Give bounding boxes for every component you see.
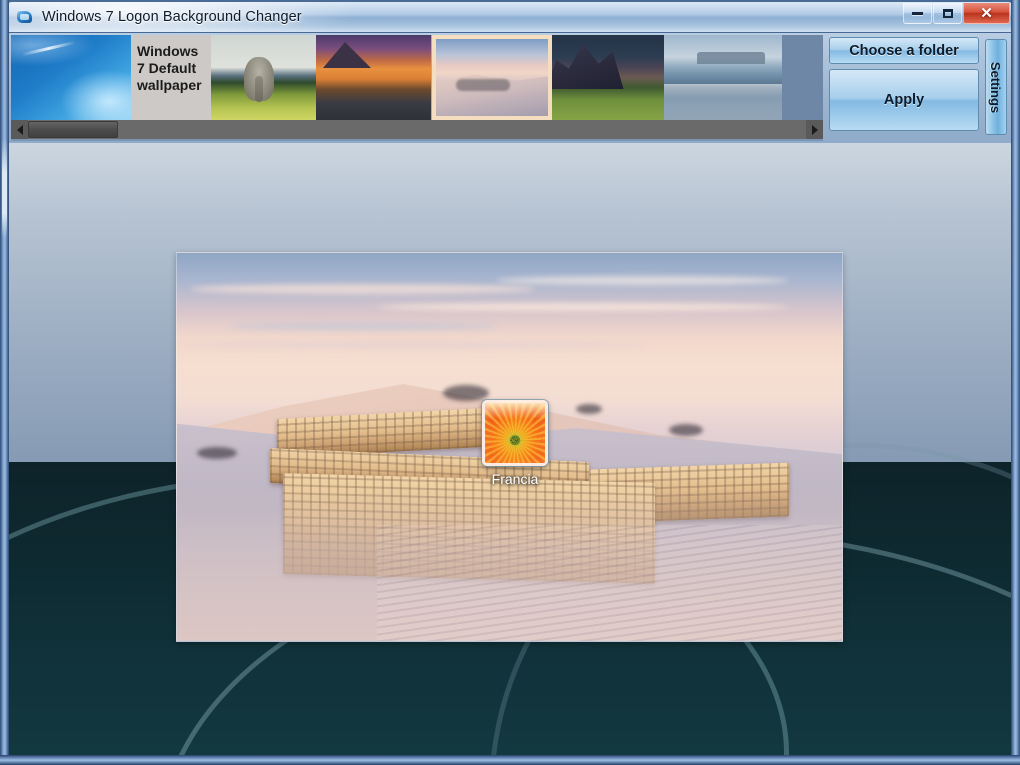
window-border-left	[0, 0, 9, 765]
settings-tab-label: Settings	[988, 61, 1004, 113]
apply-button[interactable]: Apply	[829, 69, 979, 131]
thumbnail-item-coast[interactable]	[664, 35, 782, 120]
user-name-label: Francia	[491, 471, 539, 487]
scrollbar-thumb[interactable]	[28, 121, 118, 138]
thumbnail-image	[316, 35, 432, 120]
minimize-icon	[912, 11, 923, 15]
maximize-icon	[942, 8, 953, 18]
window-title: Windows 7 Logon Background Changer	[42, 9, 302, 25]
thumbnail-item-desert[interactable]	[316, 35, 432, 120]
thumbnail-strip-container: Windows 7 Default wallpaper	[11, 35, 823, 141]
window-border-highlight	[2, 138, 7, 238]
thumbnail-item-dune-selected[interactable]	[432, 35, 552, 120]
close-button[interactable]: ✕	[963, 3, 1010, 24]
window-border-bottom	[0, 755, 1020, 765]
scroll-right-icon[interactable]	[806, 120, 823, 139]
toolbar: Windows 7 Default wallpaper Choose a fol…	[9, 33, 1011, 143]
thumbnail-image	[552, 35, 664, 120]
thumbnail-image	[11, 35, 131, 120]
thumbnail-label: Windows 7 Default wallpaper	[131, 35, 211, 120]
thumbnail-image	[436, 39, 548, 116]
scrollbar-track[interactable]	[28, 120, 806, 139]
maximize-button[interactable]	[933, 3, 962, 24]
window-border-right	[1011, 0, 1020, 765]
thumbnail-image	[211, 35, 316, 120]
title-bar[interactable]: Windows 7 Logon Background Changer ✕	[6, 2, 1014, 32]
toolbar-buttons: Choose a folder Apply	[829, 37, 979, 143]
choose-folder-button[interactable]: Choose a folder	[829, 37, 979, 64]
settings-tab[interactable]: Settings	[985, 39, 1007, 135]
window-controls: ✕	[902, 3, 1010, 24]
close-icon: ✕	[980, 4, 993, 22]
thumbnail-strip[interactable]: Windows 7 Default wallpaper	[11, 35, 823, 120]
thumbnail-item-mountain[interactable]	[552, 35, 664, 120]
scroll-left-icon[interactable]	[11, 120, 28, 139]
app-window: Windows 7 Logon Background Changer ✕ Win…	[0, 0, 1020, 765]
thumbnail-image	[664, 35, 782, 120]
thumbnail-item-default[interactable]: Windows 7 Default wallpaper	[11, 35, 211, 120]
user-tile[interactable]: Francia	[479, 400, 551, 487]
wallpaper-preview-image: Francia	[176, 252, 843, 642]
app-shield-icon	[16, 9, 34, 25]
thumbnail-scrollbar[interactable]	[11, 120, 823, 139]
minimize-button[interactable]	[903, 3, 932, 24]
flower-avatar-icon[interactable]	[482, 400, 548, 466]
thumbnail-item-elephant[interactable]	[211, 35, 316, 120]
logon-preview[interactable]: Francia	[9, 143, 1011, 755]
